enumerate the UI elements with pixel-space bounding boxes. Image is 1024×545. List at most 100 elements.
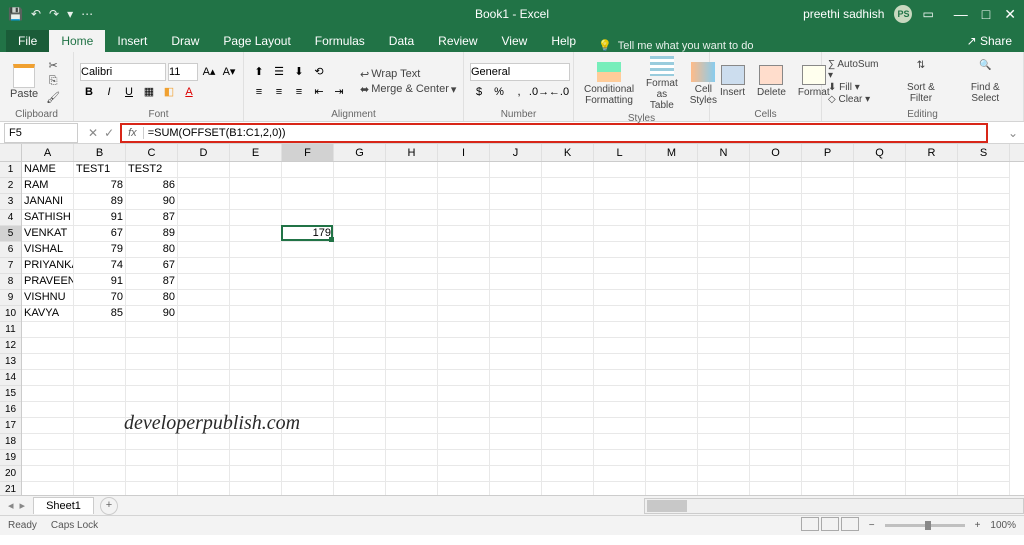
cell[interactable] <box>282 482 334 495</box>
cell[interactable] <box>282 194 334 210</box>
cell[interactable] <box>282 354 334 370</box>
cell[interactable] <box>282 242 334 258</box>
cell[interactable] <box>958 418 1010 434</box>
cell[interactable] <box>646 226 698 242</box>
cell[interactable] <box>698 338 750 354</box>
cell[interactable] <box>126 338 178 354</box>
cell[interactable] <box>646 338 698 354</box>
cell[interactable] <box>854 274 906 290</box>
cell[interactable] <box>958 306 1010 322</box>
cell[interactable]: 74 <box>74 258 126 274</box>
cell[interactable] <box>22 434 74 450</box>
cell[interactable] <box>74 354 126 370</box>
cell[interactable] <box>958 370 1010 386</box>
cell[interactable] <box>230 274 282 290</box>
cell[interactable] <box>802 290 854 306</box>
column-header[interactable]: S <box>958 144 1010 161</box>
cell[interactable]: 80 <box>126 242 178 258</box>
bold-button[interactable]: B <box>80 83 98 101</box>
cell[interactable] <box>386 162 438 178</box>
cell[interactable] <box>230 258 282 274</box>
cell[interactable] <box>958 242 1010 258</box>
cell[interactable] <box>906 274 958 290</box>
cell[interactable] <box>698 258 750 274</box>
tell-me-search[interactable]: 💡Tell me what you want to do <box>598 39 753 52</box>
cell[interactable] <box>698 178 750 194</box>
cell[interactable] <box>542 210 594 226</box>
row-header[interactable]: 7 <box>0 258 21 274</box>
cell[interactable] <box>594 242 646 258</box>
tab-draw[interactable]: Draw <box>159 30 211 52</box>
cell[interactable] <box>906 354 958 370</box>
cell[interactable] <box>906 434 958 450</box>
cell[interactable] <box>438 226 490 242</box>
row-header[interactable]: 3 <box>0 194 21 210</box>
cell[interactable]: 78 <box>74 178 126 194</box>
cell[interactable] <box>750 290 802 306</box>
cell[interactable] <box>854 418 906 434</box>
cell[interactable] <box>542 434 594 450</box>
cell[interactable] <box>698 370 750 386</box>
row-header[interactable]: 8 <box>0 274 21 290</box>
number-format-select[interactable] <box>470 63 570 81</box>
cell[interactable] <box>542 354 594 370</box>
cell[interactable] <box>438 402 490 418</box>
column-header[interactable]: B <box>74 144 126 161</box>
cell[interactable] <box>802 226 854 242</box>
view-buttons[interactable] <box>799 517 859 534</box>
cell[interactable] <box>802 482 854 495</box>
cell[interactable] <box>178 418 230 434</box>
cell[interactable] <box>646 258 698 274</box>
cell[interactable]: PRIYANKA <box>22 258 74 274</box>
cell[interactable] <box>490 418 542 434</box>
cell[interactable] <box>230 194 282 210</box>
cell[interactable]: 90 <box>126 194 178 210</box>
cell[interactable] <box>74 466 126 482</box>
cell[interactable] <box>334 226 386 242</box>
cell[interactable] <box>490 402 542 418</box>
cell[interactable] <box>22 466 74 482</box>
cell[interactable] <box>438 386 490 402</box>
cell[interactable] <box>490 354 542 370</box>
cell[interactable] <box>854 338 906 354</box>
cell[interactable] <box>438 482 490 495</box>
cell[interactable] <box>126 466 178 482</box>
cell[interactable] <box>594 482 646 495</box>
prev-sheet-icon[interactable]: ◂ <box>8 499 14 512</box>
cell[interactable] <box>906 306 958 322</box>
cell[interactable] <box>282 370 334 386</box>
cell[interactable] <box>802 242 854 258</box>
italic-button[interactable]: I <box>100 83 118 101</box>
cell[interactable] <box>698 226 750 242</box>
cell[interactable] <box>230 482 282 495</box>
cell[interactable] <box>334 306 386 322</box>
cell[interactable] <box>802 450 854 466</box>
cell[interactable] <box>750 274 802 290</box>
cell[interactable] <box>854 306 906 322</box>
cell[interactable] <box>490 450 542 466</box>
cell[interactable] <box>542 322 594 338</box>
cell[interactable]: 87 <box>126 274 178 290</box>
cell[interactable] <box>230 370 282 386</box>
cell[interactable] <box>490 322 542 338</box>
cell[interactable] <box>386 274 438 290</box>
cell[interactable]: 67 <box>126 258 178 274</box>
align-center-icon[interactable]: ≡ <box>270 83 288 101</box>
cell[interactable] <box>126 402 178 418</box>
merge-center-button[interactable]: ⬌ Merge & Center ▾ <box>360 83 456 96</box>
cell[interactable] <box>750 466 802 482</box>
column-header[interactable]: D <box>178 144 230 161</box>
cell[interactable] <box>854 354 906 370</box>
cell[interactable] <box>386 450 438 466</box>
cell[interactable] <box>698 322 750 338</box>
cell[interactable] <box>438 322 490 338</box>
cell[interactable] <box>386 338 438 354</box>
cell[interactable] <box>594 386 646 402</box>
cell[interactable] <box>386 322 438 338</box>
cell[interactable] <box>854 242 906 258</box>
cell[interactable] <box>178 226 230 242</box>
row-header[interactable]: 13 <box>0 354 21 370</box>
align-bottom-icon[interactable]: ⬇ <box>290 63 308 81</box>
autosum-button[interactable]: ∑ AutoSum ▾ <box>828 59 882 81</box>
cell[interactable] <box>958 226 1010 242</box>
